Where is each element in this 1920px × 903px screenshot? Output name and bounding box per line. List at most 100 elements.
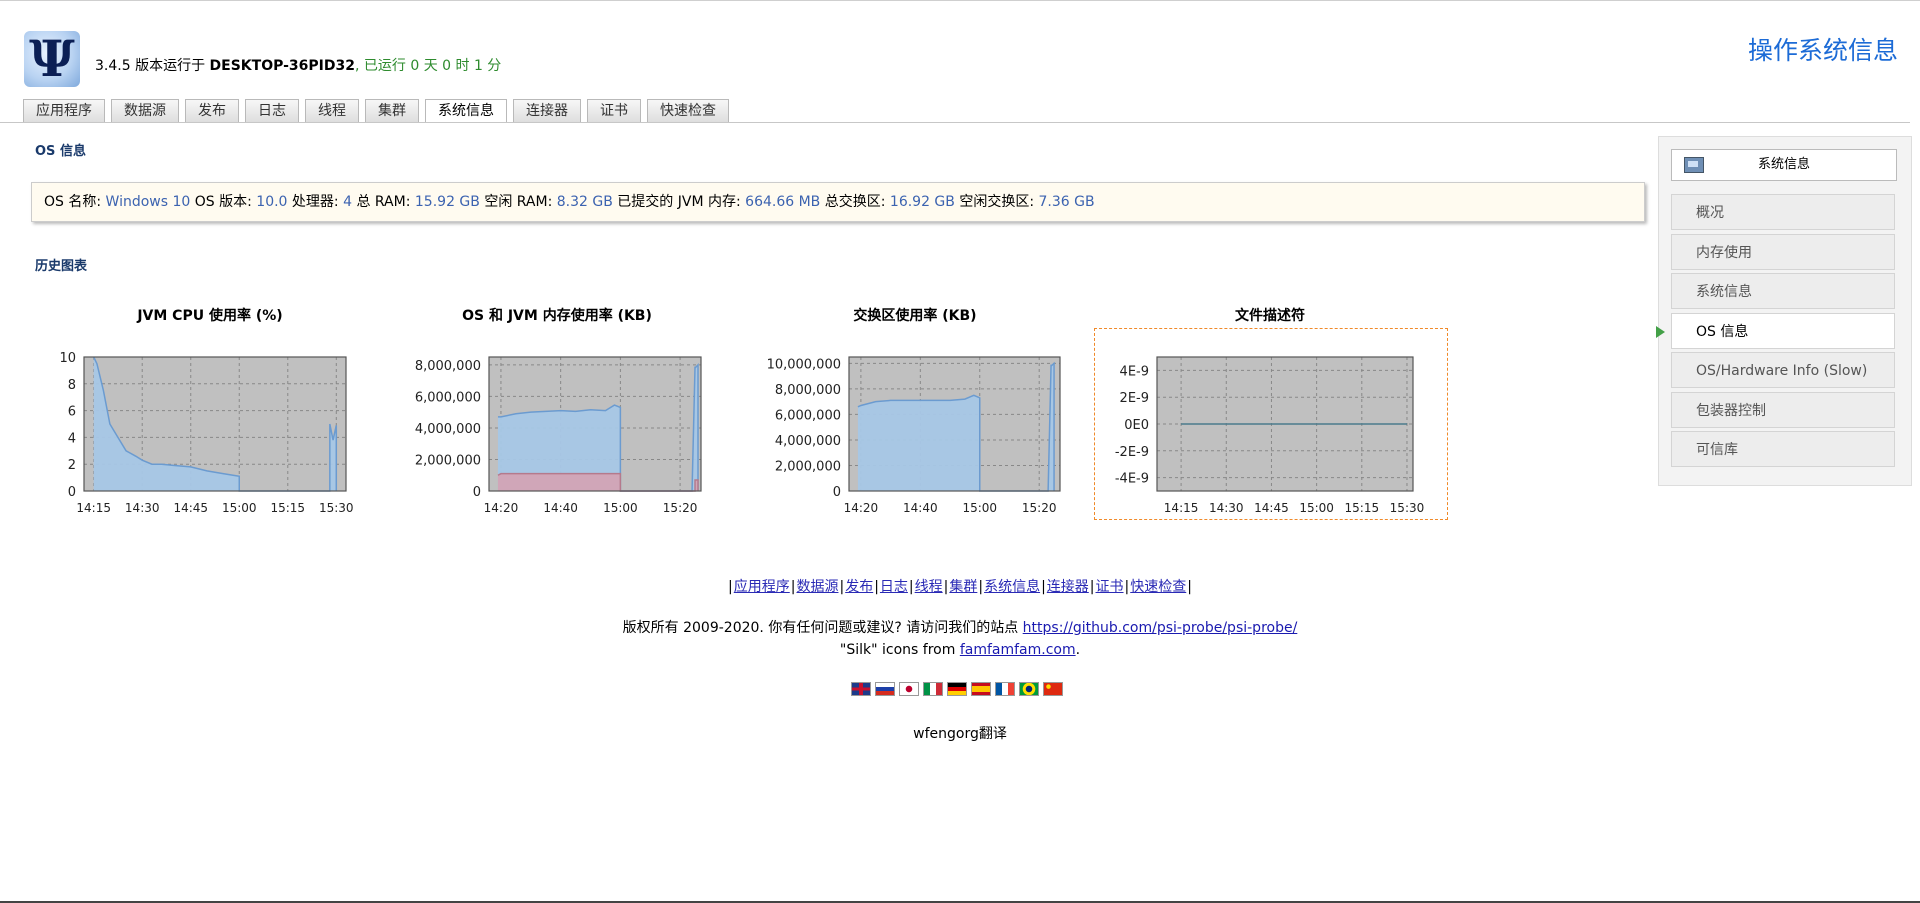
- nav-separator: |: [728, 579, 733, 595]
- chart-title: 交换区使用率 (KB): [853, 308, 977, 324]
- footer-link-9[interactable]: 快速检查: [1130, 579, 1186, 595]
- y-tick-label: -4E-9: [1115, 472, 1149, 487]
- uk-flag-icon[interactable]: [851, 682, 871, 696]
- version-prefix: 3.4.5 版本运行于: [95, 58, 210, 74]
- y-tick-label: 4E-9: [1120, 364, 1149, 379]
- panel-item-5[interactable]: 包装器控制: [1671, 391, 1895, 428]
- x-tick-label: 15:00: [603, 501, 638, 515]
- footer-link-2[interactable]: 发布: [845, 579, 873, 595]
- y-tick-label: 6,000,000: [415, 390, 481, 405]
- nav-separator: |: [943, 579, 949, 595]
- panel-item-1[interactable]: 内存使用: [1671, 233, 1895, 270]
- panel-item-2[interactable]: 系统信息: [1671, 273, 1895, 309]
- y-tick-label: 8,000,000: [415, 359, 481, 374]
- russia-flag-icon[interactable]: [875, 682, 895, 696]
- os-info-label: 空闲交换区:: [954, 194, 1039, 210]
- y-tick-label: 2,000,000: [775, 459, 841, 474]
- chart-3: 文件描述符 4E-9 2E-9 0E0 -2E-9 -4E-9 14:15 14:30 14:4…: [1095, 305, 1445, 515]
- footer-link-0[interactable]: 应用程序: [734, 579, 790, 595]
- y-tick-label: 2E-9: [1120, 391, 1149, 406]
- x-tick-label: 14:45: [1254, 501, 1289, 515]
- x-tick-label: 14:40: [903, 501, 938, 515]
- france-flag-icon[interactable]: [995, 682, 1015, 696]
- chart-1: OS 和 JVM 内存使用率 (KB) 8,000,000 6,000,000 4,0…: [392, 305, 722, 515]
- uptime: , 已运行 0 天 0 时 1 分: [354, 58, 502, 74]
- tab-7[interactable]: 连接器: [513, 99, 581, 122]
- os-info-label: OS 版本:: [190, 194, 257, 210]
- os-info-label: 总交换区:: [820, 194, 890, 210]
- os-info-value: 10.0: [256, 194, 288, 210]
- nav-separator: |: [839, 579, 845, 595]
- y-tick-label: 8: [68, 378, 76, 393]
- tab-5[interactable]: 集群: [365, 99, 419, 122]
- os-info-value: 15.92 GB: [414, 194, 480, 210]
- panel-item-6[interactable]: 可信库: [1671, 431, 1895, 467]
- host-name: DESKTOP-36PID32: [209, 58, 355, 74]
- tab-9[interactable]: 快速检查: [647, 99, 729, 122]
- silk-suffix: .: [1075, 642, 1081, 658]
- panel-item-4[interactable]: OS/Hardware Info (Slow): [1671, 352, 1895, 388]
- footer-nav: |应用程序|数据源|发布|日志|线程|集群|系统信息|连接器|证书|快速检查|: [0, 576, 1920, 596]
- copyright-text: 版权所有 2009-2020. 你有任何问题或建议? 请访问我们的站点: [622, 620, 1023, 636]
- psi-probe-logo[interactable]: Ψ: [24, 31, 80, 87]
- os-section-title: OS 信息: [35, 144, 86, 159]
- footer-link-4[interactable]: 线程: [915, 579, 943, 595]
- footer-link-6[interactable]: 系统信息: [984, 579, 1040, 595]
- x-tick-label: 14:30: [125, 501, 160, 515]
- tab-4[interactable]: 线程: [305, 99, 359, 122]
- top-border: [0, 0, 1920, 1]
- project-site-link[interactable]: https://github.com/psi-probe/psi-probe/: [1023, 620, 1298, 636]
- spain-flag-icon[interactable]: [971, 682, 991, 696]
- tab-2[interactable]: 发布: [185, 99, 239, 122]
- footer-link-8[interactable]: 证书: [1096, 579, 1124, 595]
- panel-item-label: 包装器控制: [1696, 402, 1766, 419]
- y-tick-label: 8,000,000: [775, 383, 841, 398]
- tab-3[interactable]: 日志: [245, 99, 299, 122]
- germany-flag-icon[interactable]: [947, 682, 967, 696]
- italy-flag-icon[interactable]: [923, 682, 943, 696]
- translator-credit: wfengorg翻译: [913, 726, 1007, 742]
- x-tick-label: 14:30: [1209, 501, 1244, 515]
- chart-0: JVM CPU 使用率 (%) 10 8 6 4 2 0 14:15 14:30 14:45 15:…: [50, 305, 370, 515]
- nav-separator: |: [1089, 579, 1095, 595]
- system-info-panel-header[interactable]: 系统信息: [1671, 149, 1897, 181]
- y-tick-label: 2: [68, 458, 76, 473]
- y-tick-label: 6: [68, 405, 76, 420]
- china-flag-icon[interactable]: [1043, 682, 1063, 696]
- japan-flag-icon[interactable]: [899, 682, 919, 696]
- os-info-value: Windows 10: [105, 194, 191, 210]
- y-tick-label: 0: [473, 485, 481, 500]
- tab-1[interactable]: 数据源: [111, 99, 179, 122]
- nav-separator: |: [790, 579, 796, 595]
- os-info-value: 664.66 MB: [745, 194, 821, 210]
- x-tick-label: 15:00: [222, 501, 257, 515]
- panel-item-3[interactable]: OS 信息: [1656, 312, 1895, 349]
- tab-0[interactable]: 应用程序: [23, 99, 105, 122]
- x-tick-label: 14:20: [484, 501, 519, 515]
- os-info-value: 4: [343, 194, 352, 210]
- os-info-box: OS 名称: Windows 10 OS 版本: 10.0 处理器: 4 总 R…: [31, 182, 1645, 222]
- panel-header-label: 系统信息: [1757, 157, 1810, 172]
- os-info-value: 8.32 GB: [556, 194, 613, 210]
- panel-item-label: OS/Hardware Info (Slow): [1696, 363, 1868, 379]
- panel-item-label: 系统信息: [1696, 284, 1752, 300]
- x-tick-label: 14:40: [543, 501, 578, 515]
- footer-link-3[interactable]: 日志: [880, 579, 908, 595]
- brazil-flag-icon[interactable]: [1019, 682, 1039, 696]
- right-side-panel: 系统信息 概况 内存使用 系统信息 OS 信息 OS/Hardware Info (Sl…: [1656, 136, 1912, 486]
- footer-link-7[interactable]: 连接器: [1047, 579, 1089, 595]
- chart-title: OS 和 JVM 内存使用率 (KB): [462, 308, 652, 324]
- chart-title: JVM CPU 使用率 (%): [137, 308, 283, 324]
- y-tick-label: 4: [68, 431, 76, 446]
- chart-svg: 10 8 6 4 2 014:15 14:30 14:45 15:00 15:15 15:30: [59, 351, 353, 515]
- nav-separator: |: [978, 579, 984, 595]
- panel-item-0[interactable]: 概况: [1671, 194, 1895, 230]
- tab-8[interactable]: 证书: [587, 99, 641, 122]
- footer-link-5[interactable]: 集群: [949, 579, 977, 595]
- os-info-label: 处理器:: [287, 194, 344, 210]
- x-tick-label: 14:15: [1164, 501, 1199, 515]
- footer-link-1[interactable]: 数据源: [796, 579, 838, 595]
- famfamfam-link[interactable]: famfamfam.com: [960, 642, 1076, 658]
- y-tick-label: -2E-9: [1115, 445, 1149, 460]
- tab-6[interactable]: 系统信息: [425, 99, 507, 122]
